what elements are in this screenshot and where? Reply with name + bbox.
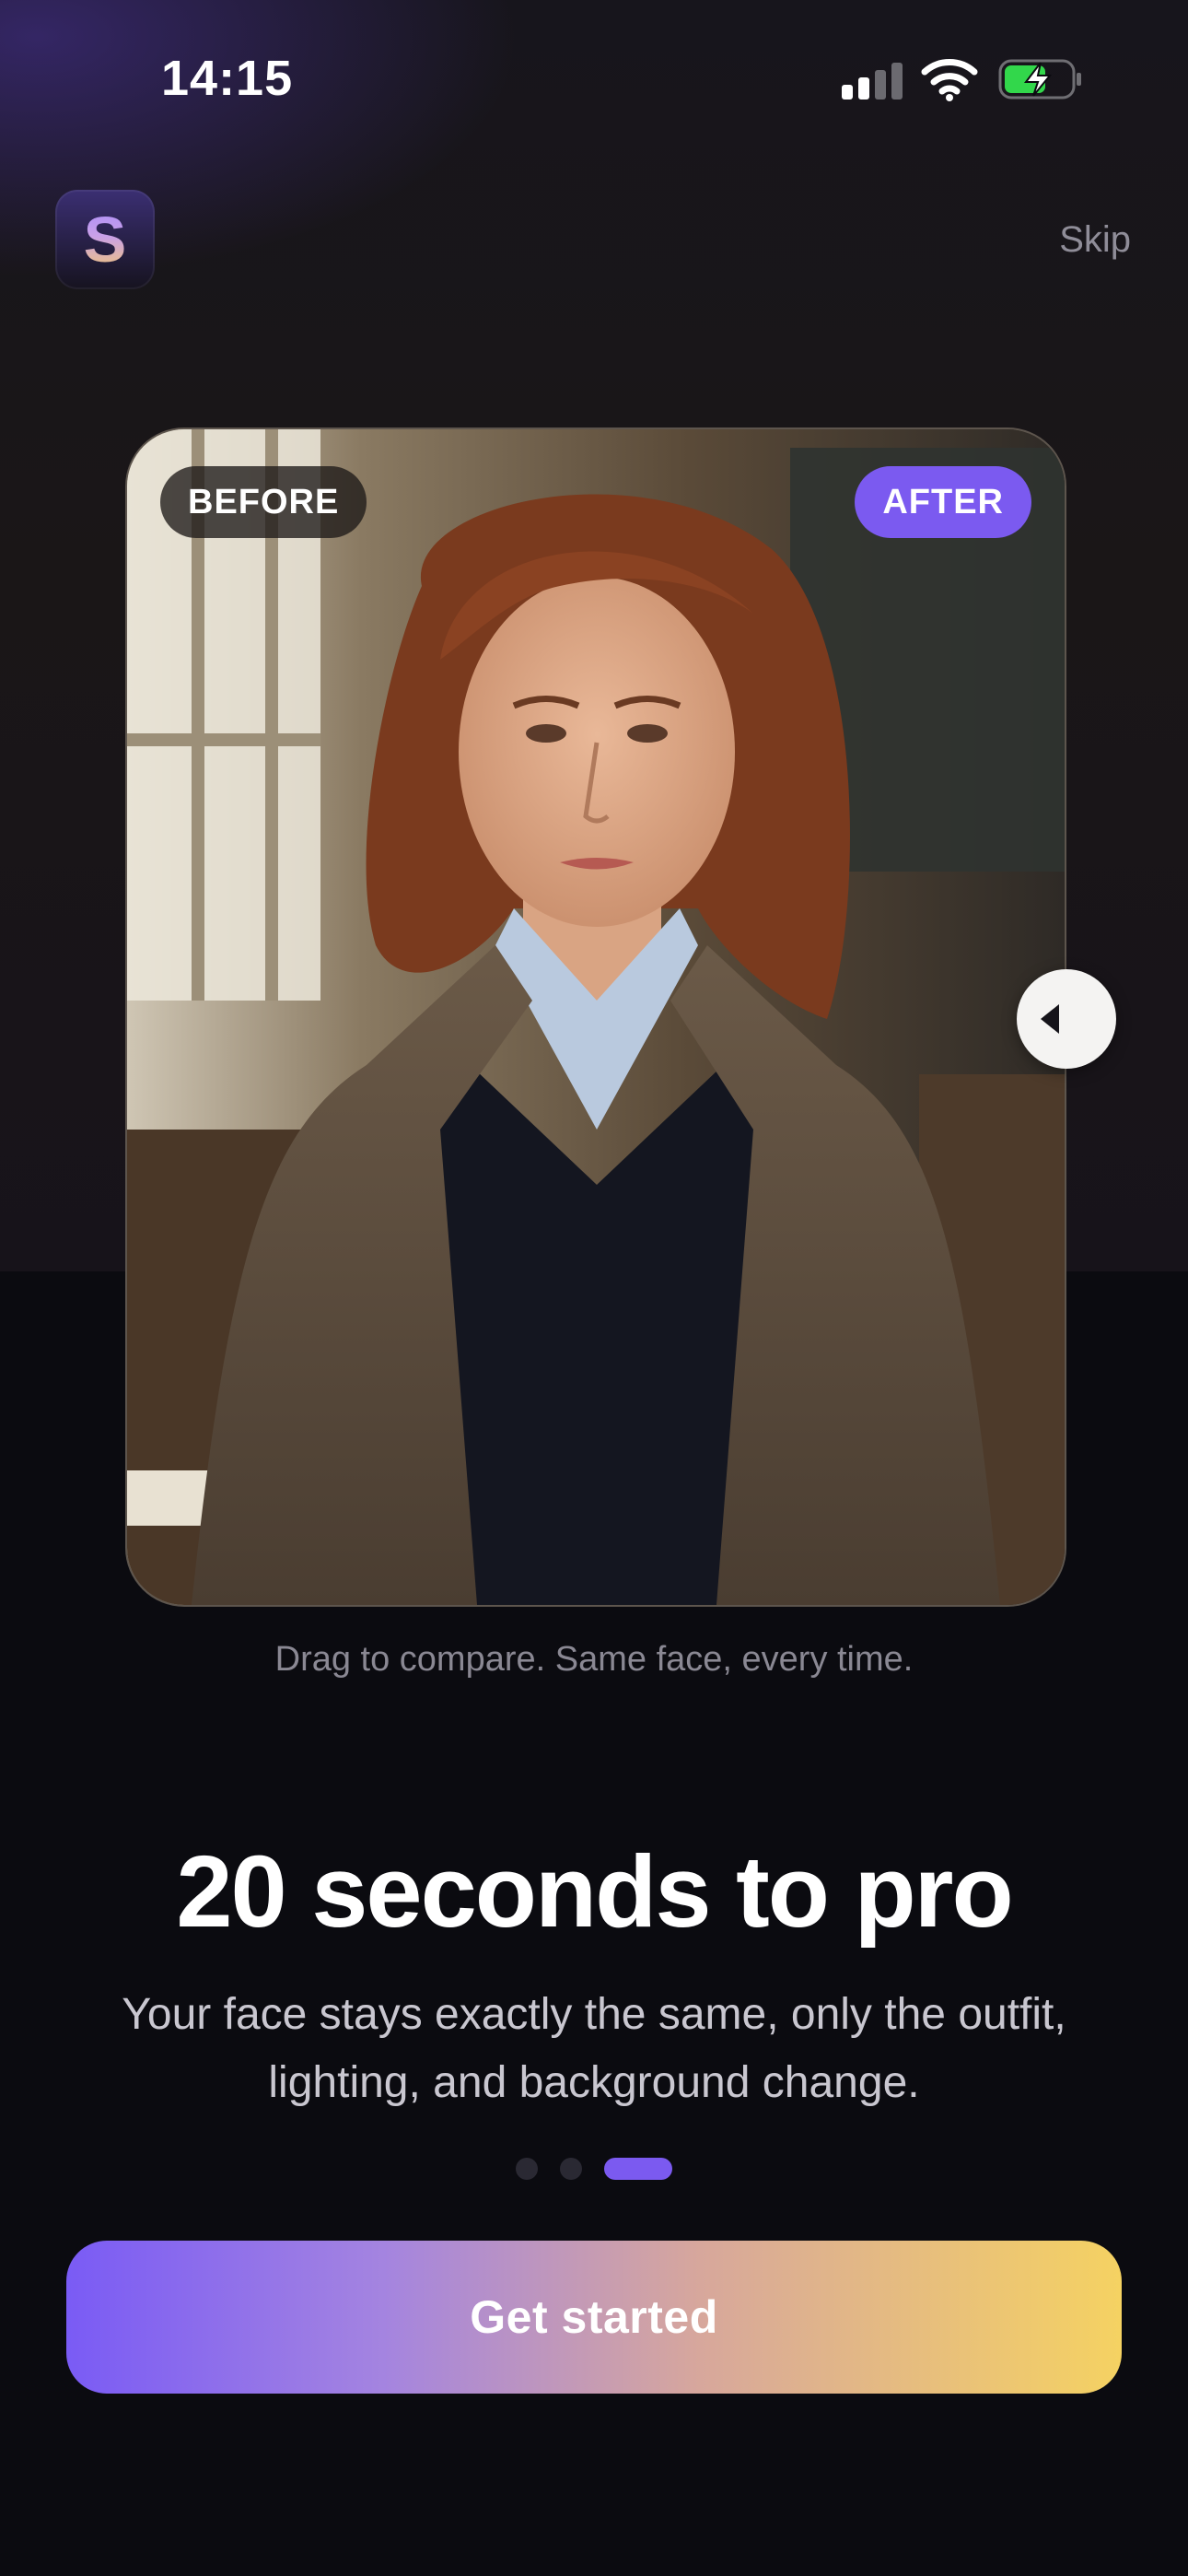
page-dot[interactable] — [516, 2158, 538, 2180]
app-logo-letter: S — [83, 204, 127, 275]
page-dot-active[interactable] — [604, 2158, 672, 2180]
after-label: AFTER — [855, 466, 1031, 538]
compare-caption: Drag to compare. Same face, every time. — [274, 1640, 914, 1679]
page-title: 20 seconds to pro — [176, 1835, 1013, 1949]
app-logo: S — [55, 190, 155, 289]
get-started-button[interactable]: Get started — [66, 2241, 1122, 2394]
compare-drag-handle[interactable] — [1017, 969, 1116, 1069]
wifi-icon — [921, 59, 978, 101]
battery-charging-icon — [998, 59, 1081, 100]
portrait-photo — [127, 429, 1065, 1605]
page-subtitle: Your face stays exactly the same, only t… — [122, 1990, 1066, 2107]
cellular-signal-icon — [842, 61, 903, 100]
before-after-comparison[interactable]: BEFORE AFTER — [125, 427, 1066, 1607]
page-dot[interactable] — [560, 2158, 582, 2180]
status-time: 14:15 — [161, 51, 294, 106]
skip-button[interactable]: Skip — [1059, 219, 1131, 261]
before-label: BEFORE — [160, 466, 367, 538]
